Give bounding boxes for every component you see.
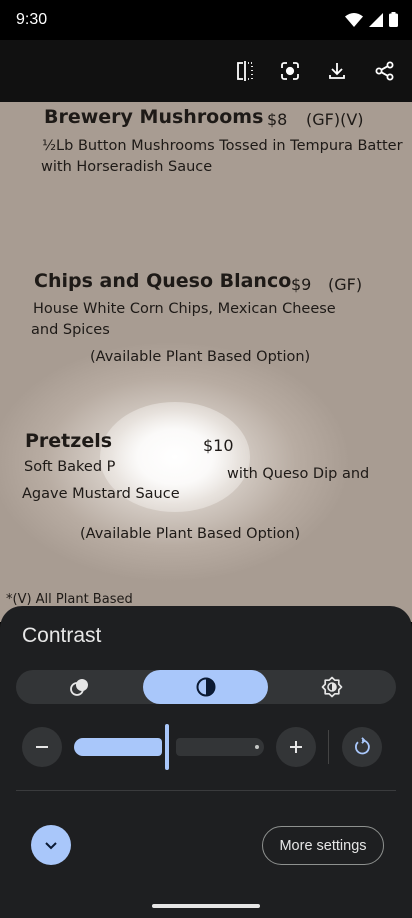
menu-item-price: $9	[291, 275, 312, 294]
wifi-icon	[345, 12, 363, 27]
lens-icon[interactable]	[275, 56, 305, 86]
menu-item-desc: and Spices	[31, 322, 110, 338]
menu-item-desc: ½Lb Button Mushrooms Tossed in Tempura B…	[42, 138, 403, 154]
brightness-icon	[321, 676, 343, 698]
contrast-slider-track[interactable]	[176, 738, 264, 756]
segment-brightness[interactable]	[268, 670, 396, 704]
color-icon	[69, 679, 88, 696]
contrast-slider-fill[interactable]	[74, 738, 162, 756]
collapse-button[interactable]	[31, 825, 71, 865]
menu-item-tags: (GF)(V)	[306, 110, 364, 129]
menu-item-price: $10	[203, 436, 234, 455]
slider-divider	[328, 730, 329, 764]
menu-item-tags: (GF)	[328, 275, 363, 294]
menu-item-price: $8	[267, 110, 288, 129]
slider-end-dot	[255, 745, 259, 749]
decrease-button[interactable]	[22, 727, 62, 767]
sheet-divider	[16, 790, 396, 791]
menu-item-desc: Agave Mustard Sauce	[22, 486, 180, 502]
menu-item-title: Chips and Queso Blanco	[34, 270, 292, 292]
gesture-nav-handle[interactable]	[152, 904, 260, 908]
menu-item-title: Pretzels	[25, 430, 113, 452]
status-bar: 9:30	[0, 0, 412, 40]
menu-photo: Brewery Mushrooms $8 (GF)(V) ½Lb Button …	[0, 102, 412, 622]
battery-icon	[389, 12, 398, 27]
menu-item-desc: with Horseradish Sauce	[41, 159, 213, 175]
mode-segmented-control	[16, 670, 396, 704]
menu-item-note: (Available Plant Based Option)	[80, 526, 301, 542]
menu-footnote: *(V) All Plant Based	[6, 592, 133, 607]
menu-item-desc: with Queso Dip and	[227, 466, 370, 482]
menu-item-note: (Available Plant Based Option)	[90, 349, 311, 365]
download-icon[interactable]	[322, 56, 352, 86]
menu-item-desc: House White Corn Chips, Mexican Cheese	[33, 301, 336, 317]
minus-icon	[36, 746, 48, 748]
more-settings-button[interactable]: More settings	[262, 826, 384, 865]
sheet-title: Contrast	[22, 624, 102, 647]
status-time: 9:30	[16, 11, 48, 28]
compare-icon[interactable]	[230, 56, 260, 86]
contrast-slider-thumb[interactable]	[165, 724, 169, 770]
segment-contrast[interactable]	[143, 670, 268, 704]
segment-color[interactable]	[16, 670, 143, 704]
contrast-icon	[196, 677, 215, 697]
increase-button[interactable]	[276, 727, 316, 767]
menu-item-title: Brewery Mushrooms	[44, 106, 264, 128]
reset-button[interactable]	[342, 727, 382, 767]
signal-icon	[369, 12, 383, 27]
menu-item-desc: Soft Baked P	[24, 459, 116, 475]
reset-icon	[355, 737, 370, 755]
plus-icon	[290, 741, 302, 753]
status-icons	[345, 12, 398, 27]
chevron-down-icon	[45, 842, 57, 850]
share-icon[interactable]	[370, 56, 400, 86]
top-toolbar	[0, 40, 412, 102]
